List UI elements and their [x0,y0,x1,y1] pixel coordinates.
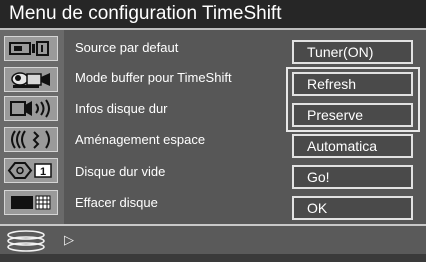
tv-grid-icon[interactable] [4,190,58,215]
timeshift-menu-screen: Menu de configuration TimeShift 1 Source… [0,0,426,262]
setting-label-buffer-mode: Mode buffer pour TimeShift [75,70,232,85]
bottom-bar: ▷ [0,224,426,254]
camera-icon[interactable] [4,67,58,92]
setting-label-erase-disk: Effacer disque [75,195,158,210]
speaker-icon[interactable] [4,96,58,121]
buffer-mode-preserve-button[interactable]: Preserve [292,103,413,127]
default-source-button[interactable]: Tuner(ON) [292,40,413,64]
expand-arrow-icon[interactable]: ▷ [64,232,74,248]
empty-disk-go-button[interactable]: Go! [292,165,413,189]
tuner-icon[interactable] [4,36,58,61]
disk-stack-icon[interactable] [4,229,54,253]
sidebar-icon-column: 1 [0,30,64,254]
setting-label-space-management: Aménagement espace [75,132,206,147]
disc-badge-number: 1 [40,166,46,178]
erase-disk-ok-button[interactable]: OK [292,196,413,220]
disc-number-icon[interactable]: 1 [4,158,58,183]
signal-waves-icon[interactable] [4,127,58,152]
setting-label-disk-info: Infos disque dur [75,101,168,116]
setting-label-default-source: Source par defaut [75,40,179,55]
page-title: Menu de configuration TimeShift [9,3,282,24]
space-management-button[interactable]: Automatica [292,134,413,158]
buffer-mode-refresh-button[interactable]: Refresh [292,72,413,96]
bottom-strip [0,254,426,262]
title-bar: Menu de configuration TimeShift [0,0,426,30]
setting-label-empty-disk: Disque dur vide [75,164,166,179]
